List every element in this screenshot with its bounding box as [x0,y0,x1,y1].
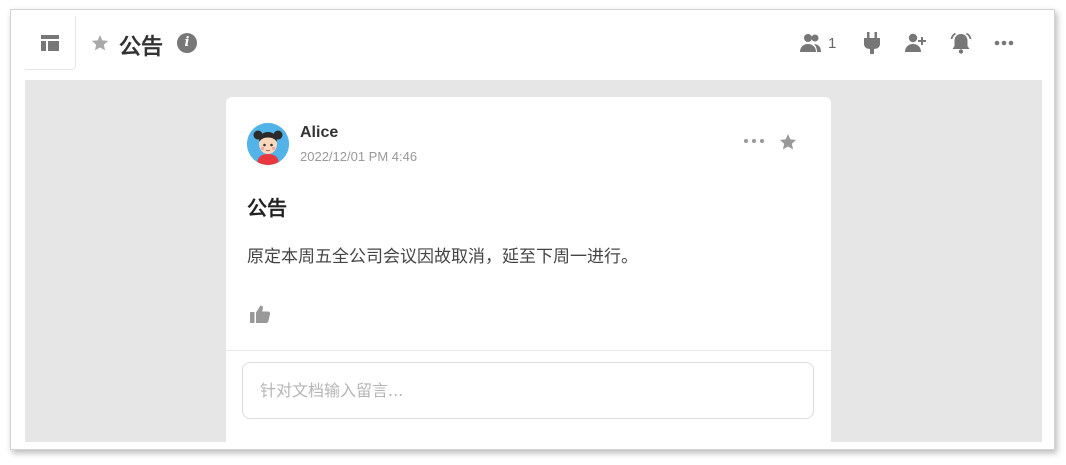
app-window: 公告 i 1 Alice 2022/12/01 PM 4:46 公告 原定本周五… [10,9,1055,450]
plug-icon [864,32,880,54]
more-dot [752,139,756,143]
star-icon[interactable] [778,132,798,152]
add-member-button[interactable] [905,31,927,55]
content-area: Alice 2022/12/01 PM 4:46 公告 原定本周五全公司会议因故… [25,80,1042,442]
avatar-illustration [247,123,289,165]
more-button[interactable] [994,31,1014,55]
star-icon[interactable] [90,33,110,53]
post-title: 公告 [247,196,287,220]
post-card: Alice 2022/12/01 PM 4:46 公告 原定本周五全公司会议因故… [226,97,831,442]
sidebar-toggle-button[interactable] [25,16,76,70]
users-icon [800,34,821,52]
more-dot [744,139,748,143]
page-title: 公告 [119,35,164,60]
more-dot [760,139,764,143]
post-body: 原定本周五全公司会议因故取消，延至下周一进行。 [247,247,638,267]
info-icon[interactable]: i [177,33,197,53]
notifications-button[interactable] [950,31,972,55]
layout-panel-icon [41,34,59,51]
integrations-button[interactable] [863,31,881,55]
thumbs-up-icon[interactable] [249,303,271,325]
bell-icon [950,32,972,54]
member-count: 1 [828,34,837,52]
header-bar: 公告 i 1 [11,10,1054,80]
post-more-button[interactable] [744,133,764,149]
post-timestamp: 2022/12/01 PM 4:46 [300,149,418,164]
comment-input[interactable] [242,362,814,419]
divider [226,350,831,351]
members-button[interactable]: 1 [800,31,836,55]
add-user-icon [905,33,926,52]
author-name[interactable]: Alice [300,124,338,142]
more-icon [994,40,1014,46]
avatar[interactable] [247,123,289,165]
